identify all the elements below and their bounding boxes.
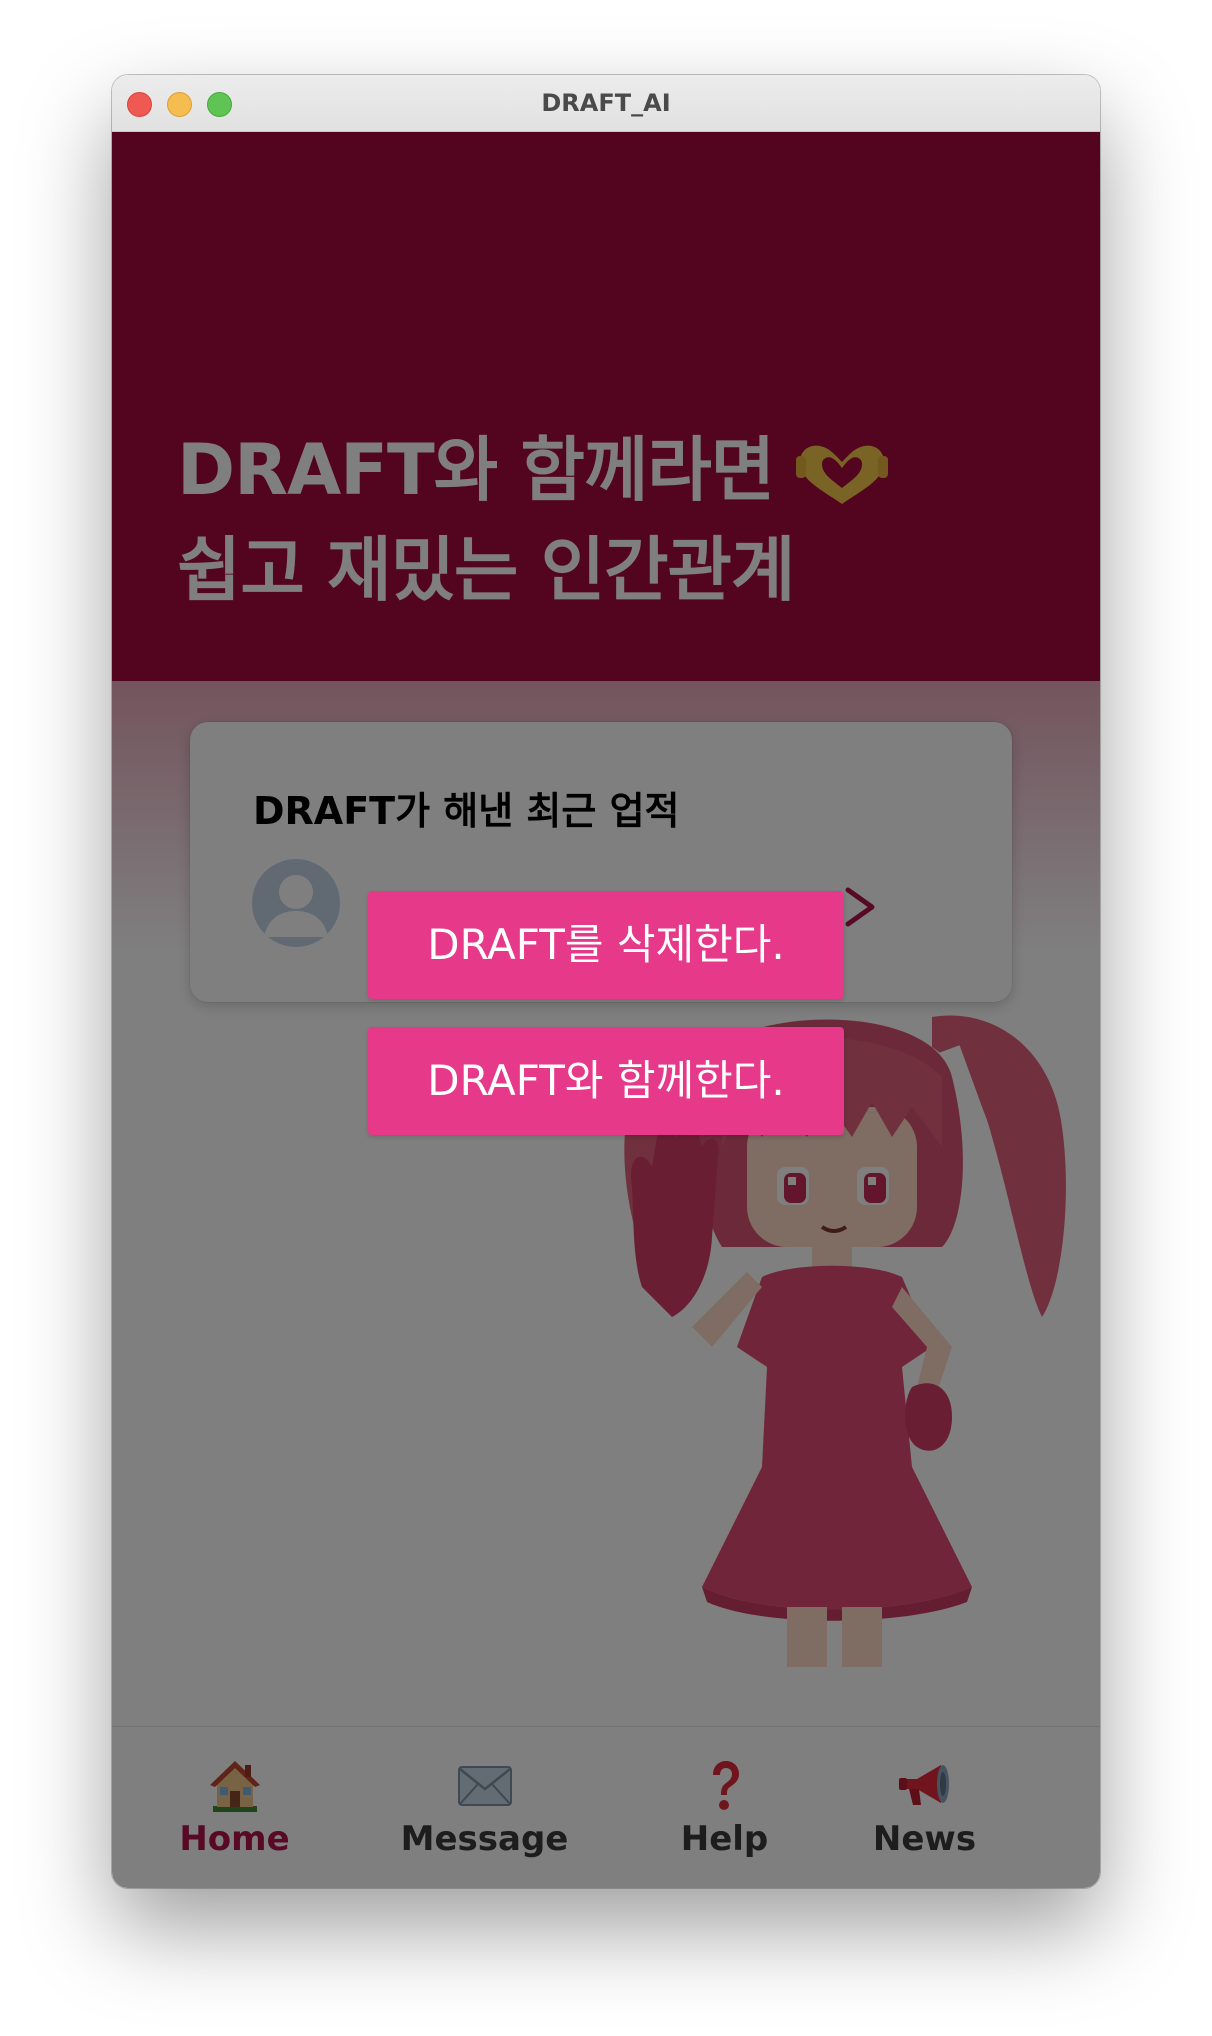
modal-backdrop[interactable]	[112, 132, 1100, 1888]
together-draft-button[interactable]: DRAFT와 함께한다.	[368, 1027, 844, 1135]
app-window: DRAFT_AI DRAFT와 함께라면 쉽고 재밌는 인간관계 DRAFT가 …	[112, 75, 1100, 1888]
delete-draft-button[interactable]: DRAFT를 삭제한다.	[368, 891, 844, 999]
app-content: DRAFT와 함께라면 쉽고 재밌는 인간관계 DRAFT가 해낸 최근 업적	[112, 132, 1100, 1888]
title-bar: DRAFT_AI	[112, 75, 1100, 132]
window-title: DRAFT_AI	[541, 89, 671, 117]
